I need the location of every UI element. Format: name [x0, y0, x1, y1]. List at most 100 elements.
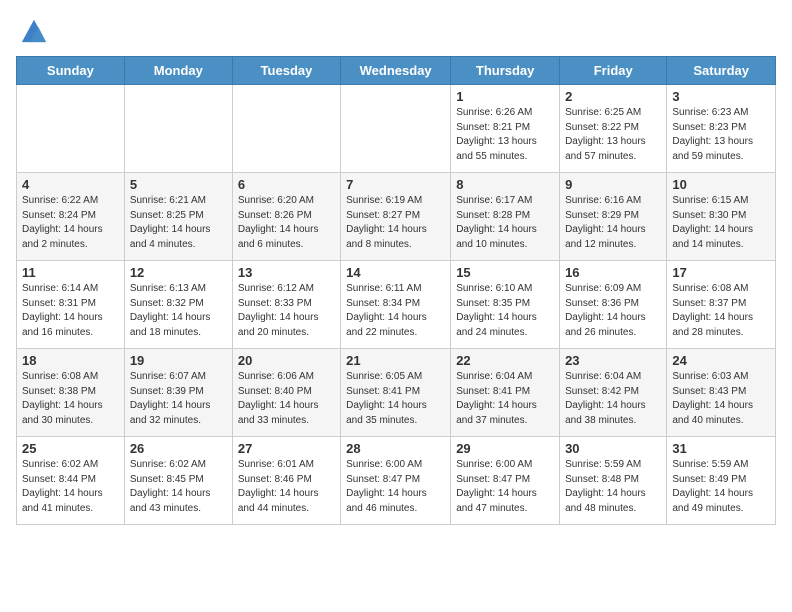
- calendar-cell: 5 Sunrise: 6:21 AM Sunset: 8:25 PM Daylig…: [124, 173, 232, 261]
- calendar-cell: 11Sunrise: 6:14 AM Sunset: 8:31 PM Dayli…: [17, 261, 125, 349]
- day-of-week-header: Thursday: [451, 57, 560, 85]
- day-of-week-header: Sunday: [17, 57, 125, 85]
- day-number: 6: [238, 177, 335, 192]
- calendar-cell: 13 Sunrise: 6:12 AM Sunset: 8:33 PM Dayli…: [232, 261, 340, 349]
- calendar-table: SundayMondayTuesdayWednesdayThursdayFrid…: [16, 56, 776, 525]
- calendar-cell: 10 Sunrise: 6:15 AM Sunset: 8:30 PM Dayli…: [667, 173, 776, 261]
- day-number: 30: [565, 441, 661, 456]
- day-of-week-header: Wednesday: [341, 57, 451, 85]
- day-info: Sunrise: 6:08 AM Sunset: 8:37 PM Dayligh…: [672, 282, 770, 340]
- day-info: Sunrise: 6:26 AM Sunset: 8:21 PM Dayligh…: [456, 106, 554, 164]
- day-number: 13: [238, 265, 335, 280]
- calendar-cell: 14Sunrise: 6:11 AM Sunset: 8:34 PM Dayli…: [341, 261, 451, 349]
- day-info: Sunrise: 6:05 AM Sunset: 8:41 PM Dayligh…: [346, 370, 445, 428]
- day-of-week-header: Saturday: [667, 57, 776, 85]
- day-number: 10: [672, 177, 770, 192]
- calendar-header-row: SundayMondayTuesdayWednesdayThursdayFrid…: [17, 57, 776, 85]
- day-info: Sunrise: 6:23 AM Sunset: 8:23 PM Dayligh…: [672, 106, 770, 164]
- calendar-week-row: 4 Sunrise: 6:22 AM Sunset: 8:24 PM Daylig…: [17, 173, 776, 261]
- calendar-cell: 16 Sunrise: 6:09 AM Sunset: 8:36 PM Dayli…: [560, 261, 667, 349]
- day-info: Sunrise: 6:22 AM Sunset: 8:24 PM Dayligh…: [22, 194, 119, 252]
- calendar-week-row: 25 Sunrise: 6:02 AM Sunset: 8:44 PM Dayli…: [17, 437, 776, 525]
- day-info: Sunrise: 5:59 AM Sunset: 8:49 PM Dayligh…: [672, 458, 770, 516]
- day-of-week-header: Friday: [560, 57, 667, 85]
- calendar-cell: 2 Sunrise: 6:25 AM Sunset: 8:22 PM Daylig…: [560, 85, 667, 173]
- day-number: 14: [346, 265, 445, 280]
- day-info: Sunrise: 6:13 AM Sunset: 8:32 PM Dayligh…: [130, 282, 227, 340]
- day-info: Sunrise: 6:09 AM Sunset: 8:36 PM Dayligh…: [565, 282, 661, 340]
- day-number: 25: [22, 441, 119, 456]
- calendar-cell: [17, 85, 125, 173]
- day-number: 4: [22, 177, 119, 192]
- day-info: Sunrise: 6:21 AM Sunset: 8:25 PM Dayligh…: [130, 194, 227, 252]
- calendar-cell: 3 Sunrise: 6:23 AM Sunset: 8:23 PM Daylig…: [667, 85, 776, 173]
- day-number: 12: [130, 265, 227, 280]
- calendar-cell: 29 Sunrise: 6:00 AM Sunset: 8:47 PM Dayli…: [451, 437, 560, 525]
- day-info: Sunrise: 6:07 AM Sunset: 8:39 PM Dayligh…: [130, 370, 227, 428]
- calendar-cell: 9Sunrise: 6:16 AM Sunset: 8:29 PM Daylig…: [560, 173, 667, 261]
- calendar-cell: 17 Sunrise: 6:08 AM Sunset: 8:37 PM Dayli…: [667, 261, 776, 349]
- day-info: Sunrise: 6:10 AM Sunset: 8:35 PM Dayligh…: [456, 282, 554, 340]
- page-header: [16, 16, 776, 44]
- day-number: 19: [130, 353, 227, 368]
- day-number: 28: [346, 441, 445, 456]
- day-number: 20: [238, 353, 335, 368]
- day-number: 22: [456, 353, 554, 368]
- calendar-week-row: 11Sunrise: 6:14 AM Sunset: 8:31 PM Dayli…: [17, 261, 776, 349]
- calendar-cell: 21Sunrise: 6:05 AM Sunset: 8:41 PM Dayli…: [341, 349, 451, 437]
- day-info: Sunrise: 6:01 AM Sunset: 8:46 PM Dayligh…: [238, 458, 335, 516]
- day-info: Sunrise: 6:25 AM Sunset: 8:22 PM Dayligh…: [565, 106, 661, 164]
- calendar-cell: 12 Sunrise: 6:13 AM Sunset: 8:32 PM Dayli…: [124, 261, 232, 349]
- calendar-cell: 18 Sunrise: 6:08 AM Sunset: 8:38 PM Dayli…: [17, 349, 125, 437]
- day-info: Sunrise: 6:15 AM Sunset: 8:30 PM Dayligh…: [672, 194, 770, 252]
- day-of-week-header: Tuesday: [232, 57, 340, 85]
- day-info: Sunrise: 6:17 AM Sunset: 8:28 PM Dayligh…: [456, 194, 554, 252]
- day-number: 18: [22, 353, 119, 368]
- day-info: Sunrise: 5:59 AM Sunset: 8:48 PM Dayligh…: [565, 458, 661, 516]
- calendar-cell: 25 Sunrise: 6:02 AM Sunset: 8:44 PM Dayli…: [17, 437, 125, 525]
- day-number: 15: [456, 265, 554, 280]
- day-info: Sunrise: 6:12 AM Sunset: 8:33 PM Dayligh…: [238, 282, 335, 340]
- day-number: 3: [672, 89, 770, 104]
- calendar-cell: 4 Sunrise: 6:22 AM Sunset: 8:24 PM Daylig…: [17, 173, 125, 261]
- calendar-cell: 22 Sunrise: 6:04 AM Sunset: 8:41 PM Dayli…: [451, 349, 560, 437]
- calendar-cell: [232, 85, 340, 173]
- day-info: Sunrise: 6:16 AM Sunset: 8:29 PM Dayligh…: [565, 194, 661, 252]
- calendar-cell: [341, 85, 451, 173]
- day-number: 29: [456, 441, 554, 456]
- day-info: Sunrise: 6:00 AM Sunset: 8:47 PM Dayligh…: [456, 458, 554, 516]
- calendar-cell: 1 Sunrise: 6:26 AM Sunset: 8:21 PM Daylig…: [451, 85, 560, 173]
- day-info: Sunrise: 6:02 AM Sunset: 8:45 PM Dayligh…: [130, 458, 227, 516]
- calendar-cell: 19 Sunrise: 6:07 AM Sunset: 8:39 PM Dayli…: [124, 349, 232, 437]
- day-info: Sunrise: 6:03 AM Sunset: 8:43 PM Dayligh…: [672, 370, 770, 428]
- day-info: Sunrise: 6:14 AM Sunset: 8:31 PM Dayligh…: [22, 282, 119, 340]
- calendar-cell: 6 Sunrise: 6:20 AM Sunset: 8:26 PM Daylig…: [232, 173, 340, 261]
- day-number: 2: [565, 89, 661, 104]
- day-number: 23: [565, 353, 661, 368]
- calendar-week-row: 18 Sunrise: 6:08 AM Sunset: 8:38 PM Dayli…: [17, 349, 776, 437]
- calendar-cell: 30 Sunrise: 5:59 AM Sunset: 8:48 PM Dayli…: [560, 437, 667, 525]
- day-number: 5: [130, 177, 227, 192]
- calendar-week-row: 1 Sunrise: 6:26 AM Sunset: 8:21 PM Daylig…: [17, 85, 776, 173]
- logo: [16, 16, 48, 44]
- calendar-cell: 8Sunrise: 6:17 AM Sunset: 8:28 PM Daylig…: [451, 173, 560, 261]
- day-info: Sunrise: 6:02 AM Sunset: 8:44 PM Dayligh…: [22, 458, 119, 516]
- calendar-cell: 28Sunrise: 6:00 AM Sunset: 8:47 PM Dayli…: [341, 437, 451, 525]
- day-number: 31: [672, 441, 770, 456]
- day-number: 27: [238, 441, 335, 456]
- day-number: 17: [672, 265, 770, 280]
- day-number: 7: [346, 177, 445, 192]
- day-number: 24: [672, 353, 770, 368]
- day-info: Sunrise: 6:04 AM Sunset: 8:41 PM Dayligh…: [456, 370, 554, 428]
- day-info: Sunrise: 6:20 AM Sunset: 8:26 PM Dayligh…: [238, 194, 335, 252]
- logo-icon: [20, 16, 48, 44]
- day-info: Sunrise: 6:04 AM Sunset: 8:42 PM Dayligh…: [565, 370, 661, 428]
- calendar-cell: 26Sunrise: 6:02 AM Sunset: 8:45 PM Dayli…: [124, 437, 232, 525]
- day-info: Sunrise: 6:08 AM Sunset: 8:38 PM Dayligh…: [22, 370, 119, 428]
- day-number: 1: [456, 89, 554, 104]
- day-number: 16: [565, 265, 661, 280]
- day-info: Sunrise: 6:06 AM Sunset: 8:40 PM Dayligh…: [238, 370, 335, 428]
- calendar-cell: 20 Sunrise: 6:06 AM Sunset: 8:40 PM Dayli…: [232, 349, 340, 437]
- calendar-cell: 31 Sunrise: 5:59 AM Sunset: 8:49 PM Dayli…: [667, 437, 776, 525]
- day-of-week-header: Monday: [124, 57, 232, 85]
